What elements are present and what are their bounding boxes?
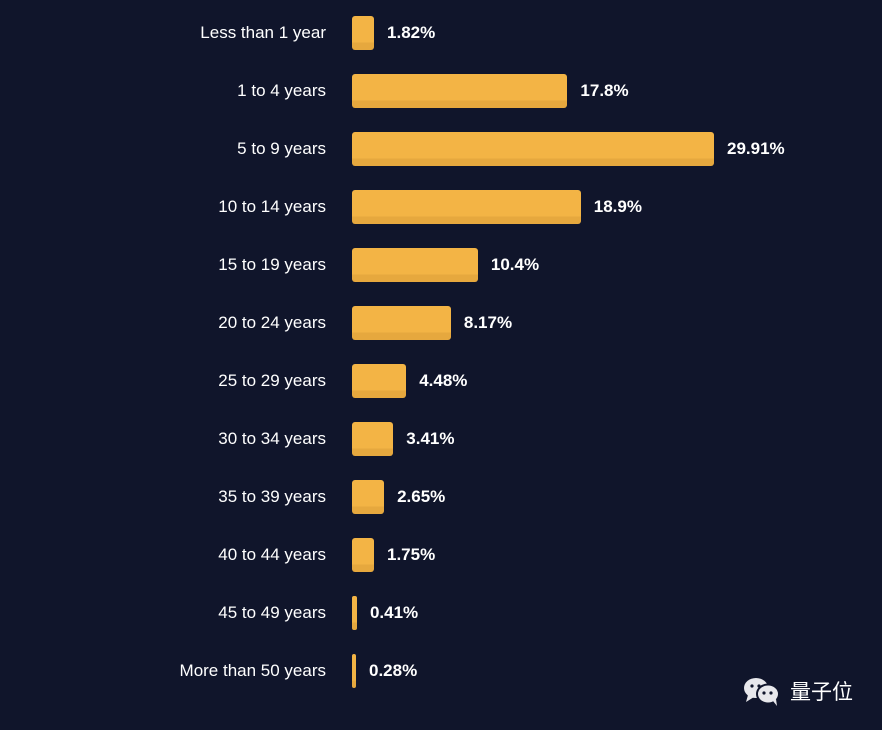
value-label: 18.9%: [593, 197, 642, 216]
category-label: 30 to 34 years: [218, 429, 326, 448]
category-label: 5 to 9 years: [237, 139, 326, 158]
watermark-text: 量子位: [790, 680, 853, 704]
category-label: 20 to 24 years: [218, 313, 326, 332]
value-label: 10.4%: [490, 255, 540, 274]
value-label: 1.75%: [387, 545, 436, 564]
bar-chart: Less than 1 year 1.82% 1 to 4 years 17.8% 5 …: [0, 0, 882, 730]
category-label: 35 to 39 years: [218, 487, 326, 506]
watermark: 量子位: [742, 674, 853, 708]
bar-row: 30 to 34 years 3.41%: [0, 422, 882, 456]
value-label: 2.65%: [397, 487, 446, 506]
bar: [352, 364, 407, 398]
bar-row: 20 to 24 years 8.17%: [0, 306, 882, 340]
value-label: 0.28%: [369, 661, 418, 680]
category-label: More than 50 years: [179, 661, 326, 680]
bar-row: 45 to 49 years 0.41%: [0, 596, 882, 630]
bar-row: 10 to 14 years 18.9%: [0, 190, 882, 224]
bar: [352, 596, 357, 630]
value-label: 1.82%: [387, 23, 436, 42]
bar-row: 40 to 44 years 1.75%: [0, 538, 882, 572]
bar-row: Less than 1 year 1.82%: [0, 16, 882, 50]
bar-row: 25 to 29 years 4.48%: [0, 364, 882, 398]
bar-row: 5 to 9 years 29.91%: [0, 132, 882, 166]
bar-row: 1 to 4 years 17.8%: [0, 74, 882, 108]
category-label: 1 to 4 years: [237, 81, 326, 100]
category-label: 25 to 29 years: [218, 371, 326, 390]
category-label: Less than 1 year: [200, 23, 326, 42]
value-label: 17.8%: [580, 81, 629, 100]
bar: [352, 132, 714, 166]
value-label: 8.17%: [463, 313, 513, 332]
value-label: 4.48%: [419, 371, 468, 390]
value-label: 29.91%: [727, 139, 785, 158]
bar: [352, 306, 451, 340]
bar: [352, 480, 385, 514]
category-label: 45 to 49 years: [218, 603, 326, 622]
wechat-icon: [744, 678, 780, 706]
bar: [352, 16, 375, 50]
bar: [352, 190, 581, 224]
bar: [352, 422, 394, 456]
bar-row: 15 to 19 years 10.4%: [0, 248, 882, 282]
bar: [352, 248, 478, 282]
bar-row: 35 to 39 years 2.65%: [0, 480, 882, 514]
bar: [352, 538, 374, 572]
bar: [352, 654, 356, 688]
value-label: 3.41%: [406, 429, 455, 448]
bar: [352, 74, 568, 108]
value-label: 0.41%: [369, 603, 419, 622]
category-label: 15 to 19 years: [218, 255, 326, 274]
category-label: 10 to 14 years: [218, 197, 326, 216]
category-label: 40 to 44 years: [218, 545, 326, 564]
